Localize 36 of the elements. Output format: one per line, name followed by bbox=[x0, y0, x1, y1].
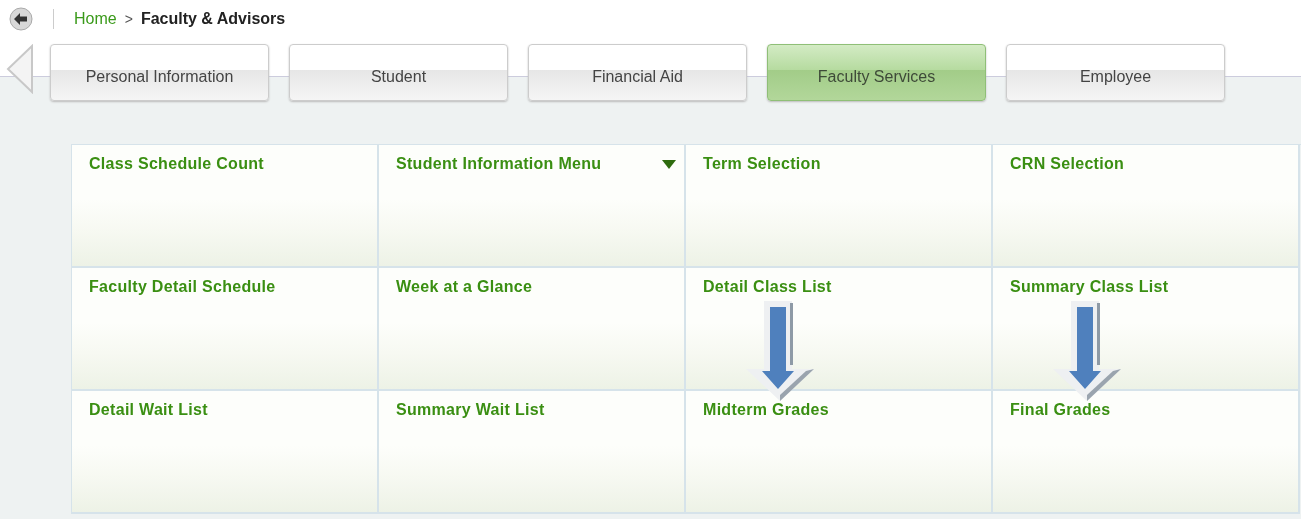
tab[interactable]: Faculty Services bbox=[767, 44, 986, 101]
menu-cell[interactable]: Faculty Detail Schedule bbox=[72, 268, 379, 391]
menu-cell[interactable]: Summary Wait List bbox=[379, 391, 686, 514]
menu-cell[interactable]: Class Schedule Count bbox=[72, 145, 379, 268]
breadcrumb-current: Faculty & Advisors bbox=[140, 10, 286, 28]
menu-link[interactable]: Detail Class List bbox=[703, 278, 832, 296]
menu-link[interactable]: Midterm Grades bbox=[703, 401, 829, 419]
menu-cell[interactable]: Student Information Menu bbox=[379, 145, 686, 268]
menu-link[interactable]: Student Information Menu bbox=[396, 155, 602, 173]
menu-link[interactable]: Detail Wait List bbox=[89, 401, 208, 419]
menu-link[interactable]: Final Grades bbox=[1010, 401, 1111, 419]
menu-link[interactable]: Faculty Detail Schedule bbox=[89, 278, 276, 296]
menu-link[interactable]: Class Schedule Count bbox=[89, 155, 264, 173]
menu-cell[interactable]: Midterm Grades bbox=[686, 391, 993, 514]
tab[interactable]: Personal Information bbox=[50, 44, 269, 101]
menu-cell[interactable]: Final Grades bbox=[993, 391, 1300, 514]
breadcrumb-separator: > bbox=[124, 11, 133, 27]
menu-link[interactable]: CRN Selection bbox=[1010, 155, 1125, 173]
menu-link[interactable]: Week at a Glance bbox=[396, 278, 533, 296]
down-arrow-icon bbox=[744, 299, 816, 403]
tab[interactable]: Employee bbox=[1006, 44, 1225, 101]
home-link[interactable]: Home bbox=[74, 10, 117, 28]
tab[interactable]: Financial Aid bbox=[528, 44, 747, 101]
menu-cell[interactable]: Summary Class List bbox=[993, 268, 1300, 391]
down-arrow-icon bbox=[1051, 299, 1123, 403]
menu-link[interactable]: Summary Class List bbox=[1010, 278, 1169, 296]
menu-link[interactable]: Term Selection bbox=[703, 155, 821, 173]
dropdown-caret-icon[interactable] bbox=[662, 159, 676, 169]
menu-cell[interactable]: Detail Wait List bbox=[72, 391, 379, 514]
menu-cell[interactable]: Term Selection bbox=[686, 145, 993, 268]
menu-cell[interactable]: Detail Class List bbox=[686, 268, 993, 391]
tab[interactable]: Student bbox=[289, 44, 508, 101]
back-icon[interactable] bbox=[9, 7, 33, 31]
menu-link[interactable]: Summary Wait List bbox=[396, 401, 545, 419]
menu-cell[interactable]: CRN Selection bbox=[993, 145, 1300, 268]
menu-cell[interactable]: Week at a Glance bbox=[379, 268, 686, 391]
